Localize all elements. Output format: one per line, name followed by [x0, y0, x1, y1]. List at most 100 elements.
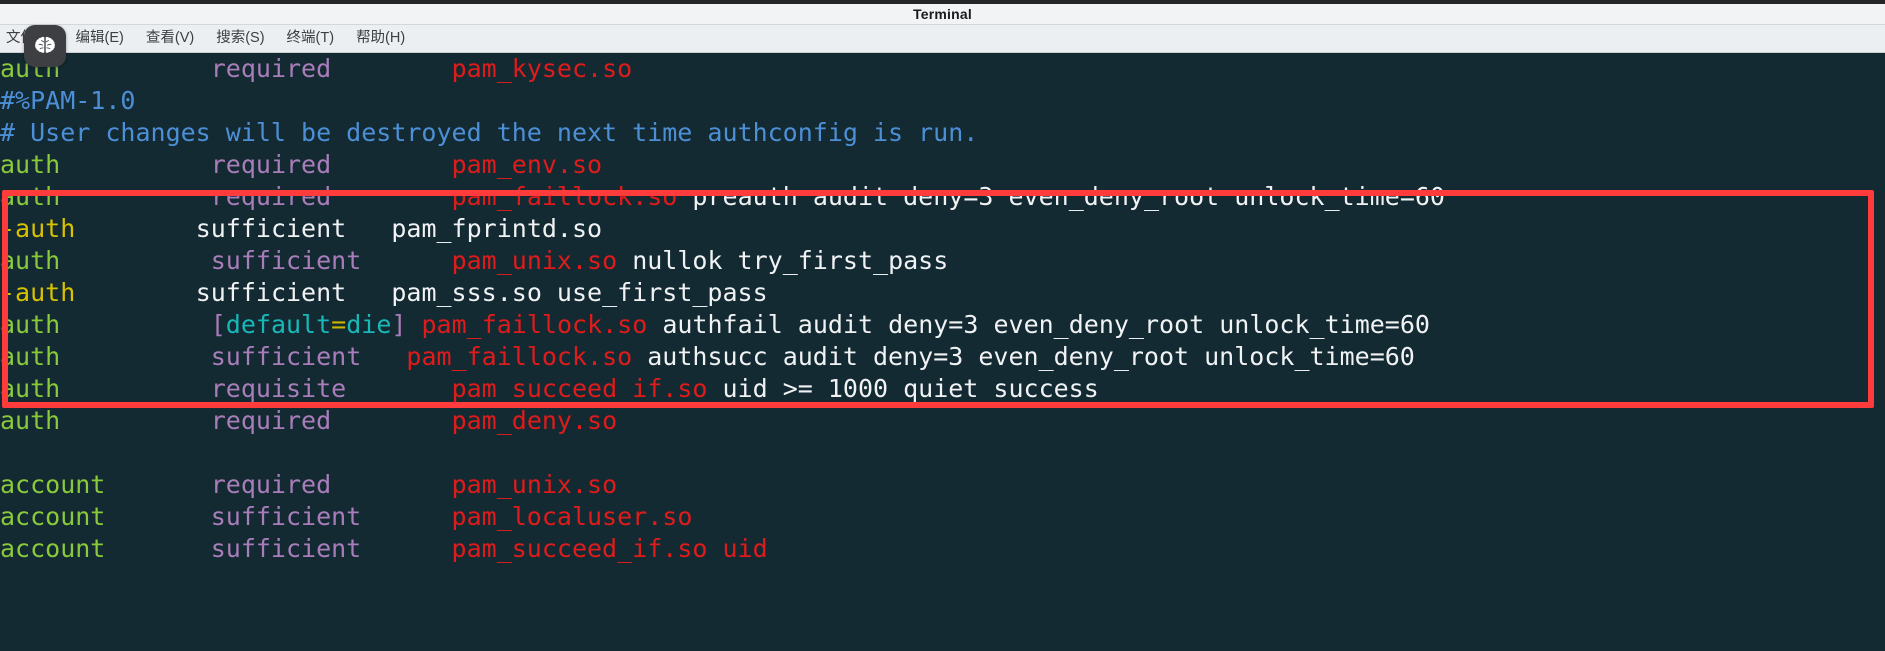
terminal-token: sufficient — [210, 342, 362, 371]
terminal-token: required — [210, 470, 332, 499]
terminal-token: #%PAM-1.0 — [0, 86, 136, 115]
menu-view[interactable]: 查看(V) — [135, 25, 205, 52]
terminal-line: account sufficient pam_succeed_if.so uid — [0, 533, 1885, 565]
terminal-token: account — [0, 470, 106, 499]
terminal-token: -auth — [0, 214, 76, 243]
terminal-token: auth — [0, 246, 61, 275]
menu-bar: 文件(F)编辑(E)查看(V)搜索(S)终端(T)帮助(H) — [0, 25, 1885, 53]
terminal-line: -auth sufficient pam_sss.so use_first_pa… — [0, 277, 1885, 309]
terminal-token: sufficient — [195, 214, 347, 243]
menu-help[interactable]: 帮助(H) — [345, 25, 416, 52]
terminal-token: [ — [210, 310, 226, 339]
terminal-token: pam_succeed_if.so uid — [451, 534, 768, 563]
terminal-line: auth required pam_deny.so — [0, 405, 1885, 437]
terminal-token: uid >= 1000 quiet_success — [707, 374, 1099, 403]
brain-icon[interactable] — [24, 25, 66, 67]
terminal-token: pam_faillock.so — [406, 342, 633, 371]
menu-edit[interactable]: 编辑(E) — [65, 25, 135, 52]
terminal-token: preauth audit deny=3 even_deny_root unlo… — [677, 182, 1445, 211]
terminal-token: die — [346, 310, 392, 339]
window-title: Terminal — [913, 6, 972, 22]
terminal-token: ] — [391, 310, 407, 339]
terminal-line: auth required pam_kysec.so — [0, 53, 1885, 85]
menu-terminal[interactable]: 终端(T) — [276, 25, 346, 52]
terminal-token: account — [0, 502, 106, 531]
terminal-token: auth — [0, 310, 61, 339]
terminal-token: required — [210, 150, 332, 179]
terminal-token: pam_unix.so — [451, 246, 618, 275]
terminal-line: account sufficient pam_localuser.so — [0, 501, 1885, 533]
terminal-token: pam_kysec.so — [451, 54, 633, 83]
terminal-token: pam_localuser.so — [451, 502, 693, 531]
terminal-token: requisite — [210, 374, 347, 403]
terminal-token: auth — [0, 374, 61, 403]
terminal-token: sufficient — [195, 278, 347, 307]
terminal-token: authsucc audit deny=3 even_deny_root unl… — [632, 342, 1415, 371]
title-bar: Terminal — [0, 0, 1885, 25]
terminal-token: auth — [0, 342, 61, 371]
terminal-line: auth sufficient pam_unix.so nullok try_f… — [0, 245, 1885, 277]
terminal-token: sufficient — [210, 534, 362, 563]
terminal-line: auth sufficient pam_faillock.so authsucc… — [0, 341, 1885, 373]
terminal-token: pam_env.so — [451, 150, 603, 179]
terminal-token: auth — [0, 406, 61, 435]
terminal-token: pam_sss.so use_first_pass — [346, 278, 768, 307]
terminal-token: pam_faillock.so — [451, 182, 678, 211]
menu-search[interactable]: 搜索(S) — [205, 25, 275, 52]
terminal-line: #%PAM-1.0 — [0, 85, 1885, 117]
terminal-token: = — [331, 310, 347, 339]
terminal-token: pam_fprintd.so — [346, 214, 603, 243]
terminal-token: sufficient — [210, 246, 362, 275]
terminal-token: account — [0, 534, 106, 563]
terminal-output[interactable]: auth required pam_kysec.so #%PAM-1.0 # Use… — [0, 53, 1885, 651]
terminal-token: auth — [0, 182, 61, 211]
terminal-token: pam_deny.so — [451, 406, 618, 435]
terminal-token: pam_unix.so — [451, 470, 618, 499]
terminal-line: -auth sufficient pam_fprintd.so — [0, 213, 1885, 245]
terminal-line: auth requisite pam_succeed_if.so uid >= … — [0, 373, 1885, 405]
terminal-token: required — [210, 182, 332, 211]
terminal-line: auth [default=die] pam_faillock.so authf… — [0, 309, 1885, 341]
terminal-line: auth required pam_env.so — [0, 149, 1885, 181]
terminal-window: Terminal 文件(F)编辑(E)查看(V)搜索(S)终端(T)帮助(H) … — [0, 0, 1885, 651]
terminal-token: pam_succeed_if.so — [451, 374, 708, 403]
terminal-token: default — [225, 310, 332, 339]
terminal-token: sufficient — [210, 502, 362, 531]
terminal-token: authfail audit deny=3 even_deny_root unl… — [647, 310, 1430, 339]
terminal-token: -auth — [0, 278, 76, 307]
terminal-token: auth — [0, 150, 61, 179]
terminal-line: auth required pam_faillock.so preauth au… — [0, 181, 1885, 213]
terminal-token: pam_faillock.so — [421, 310, 648, 339]
terminal-line: account required pam_unix.so — [0, 469, 1885, 501]
terminal-token: required — [210, 406, 332, 435]
terminal-token: required — [210, 54, 332, 83]
terminal-token: # User changes will be destroyed the nex… — [0, 118, 979, 147]
terminal-token: nullok try_first_pass — [617, 246, 949, 275]
terminal-line: # User changes will be destroyed the nex… — [0, 117, 1885, 149]
